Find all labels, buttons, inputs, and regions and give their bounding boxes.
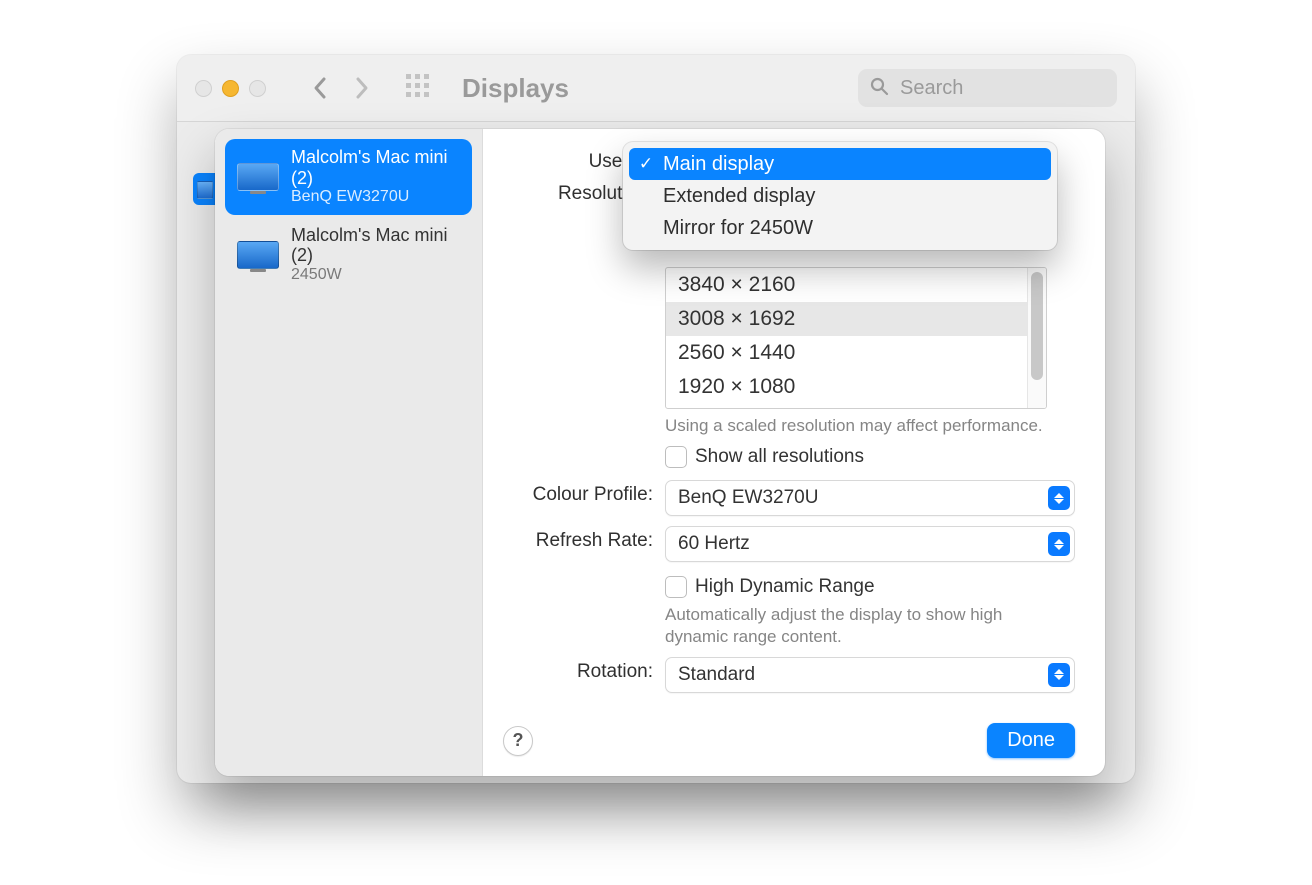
menu-item-label: Main display	[663, 153, 774, 176]
display-list: Malcolm's Mac mini (2) BenQ EW3270U Malc…	[215, 129, 483, 776]
resolution-scrollbar[interactable]	[1027, 268, 1046, 408]
search-icon	[870, 77, 888, 100]
use-as-option-extended[interactable]: ✓ Extended display	[629, 180, 1051, 212]
colour-profile-label: Colour Profile:	[503, 480, 665, 506]
search-input[interactable]	[898, 76, 1105, 101]
scrollbar-thumb[interactable]	[1031, 272, 1043, 380]
zoom-window-button[interactable]	[249, 80, 266, 97]
resolution-option[interactable]: 1920 × 1080	[666, 370, 1027, 404]
use-as-menu[interactable]: ✓ Main display ✓ Extended display ✓ Mirr…	[623, 142, 1057, 250]
help-icon: ?	[513, 730, 524, 751]
titlebar: Displays	[177, 55, 1135, 122]
display-item-subtitle: BenQ EW3270U	[291, 188, 460, 206]
colour-profile-value: BenQ EW3270U	[678, 487, 818, 509]
updown-icon	[1048, 532, 1070, 556]
prefs-window: Displays Malcolm's Mac mini (2) BenQ EW3…	[177, 55, 1135, 783]
forward-button[interactable]	[354, 76, 370, 100]
hdr-checkbox[interactable]	[665, 576, 687, 598]
use-as-option-main[interactable]: ✓ Main display	[629, 148, 1051, 180]
refresh-rate-value: 60 Hertz	[678, 533, 750, 555]
monitor-icon	[237, 241, 279, 269]
display-item-title: Malcolm's Mac mini (2)	[291, 225, 460, 266]
refresh-rate-select[interactable]: 60 Hertz	[665, 526, 1075, 562]
show-all-resolutions-label: Show all resolutions	[695, 446, 864, 468]
minimize-window-button[interactable]	[222, 80, 239, 97]
back-button[interactable]	[312, 76, 328, 100]
rotation-value: Standard	[678, 664, 755, 686]
help-button[interactable]: ?	[503, 726, 533, 756]
resolution-option[interactable]: 2560 × 1440	[666, 336, 1027, 370]
all-prefs-grid-icon[interactable]	[406, 74, 430, 103]
hdr-hint: Automatically adjust the display to show…	[665, 604, 1025, 647]
updown-icon	[1048, 663, 1070, 687]
use-as-option-mirror[interactable]: ✓ Mirror for 2450W	[629, 212, 1051, 244]
done-button[interactable]: Done	[987, 723, 1075, 758]
refresh-rate-label: Refresh Rate:	[503, 526, 665, 552]
resolution-option[interactable]: 3840 × 2160	[666, 268, 1027, 302]
background-sidebar-peek	[193, 173, 215, 205]
window-title: Displays	[462, 73, 569, 104]
checkmark-icon: ✓	[637, 154, 655, 174]
window-controls	[195, 80, 266, 97]
menu-item-label: Mirror for 2450W	[663, 217, 813, 240]
show-all-resolutions-checkbox[interactable]	[665, 446, 687, 468]
rotation-select[interactable]: Standard	[665, 657, 1075, 693]
display-item-2450w[interactable]: Malcolm's Mac mini (2) 2450W	[225, 217, 472, 293]
rotation-label: Rotation:	[503, 657, 665, 683]
resolution-hint: Using a scaled resolution may affect per…	[665, 415, 1045, 436]
display-item-title: Malcolm's Mac mini (2)	[291, 147, 460, 188]
resolution-option[interactable]: 3008 × 1692	[666, 302, 1027, 336]
display-item-benq[interactable]: Malcolm's Mac mini (2) BenQ EW3270U	[225, 139, 472, 215]
display-item-subtitle: 2450W	[291, 266, 460, 284]
updown-icon	[1048, 486, 1070, 510]
colour-profile-select[interactable]: BenQ EW3270U	[665, 480, 1075, 516]
search-field[interactable]	[858, 69, 1117, 107]
nav-controls	[312, 76, 370, 100]
hdr-label: High Dynamic Range	[695, 576, 875, 598]
monitor-icon	[237, 163, 279, 191]
resolution-list[interactable]: 3840 × 2160 3008 × 1692 2560 × 1440 1920…	[665, 267, 1047, 409]
menu-item-label: Extended display	[663, 185, 815, 208]
close-window-button[interactable]	[195, 80, 212, 97]
